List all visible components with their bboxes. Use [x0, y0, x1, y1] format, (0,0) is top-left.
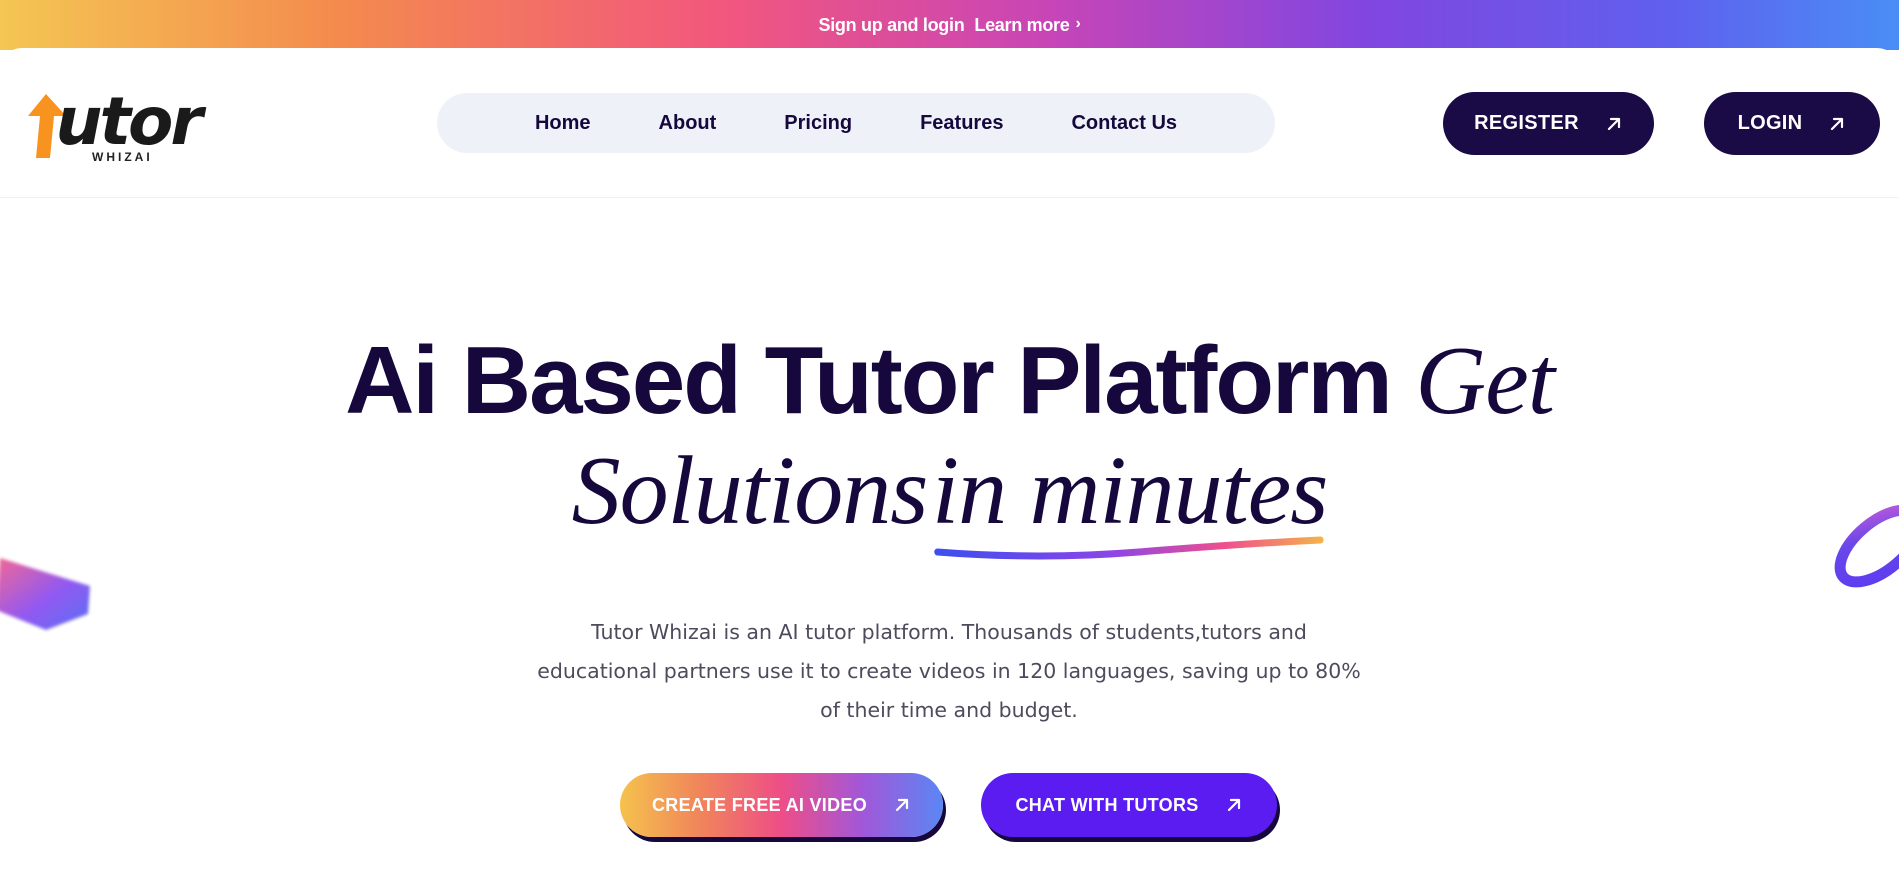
- register-button[interactable]: REGISTER: [1443, 92, 1654, 155]
- site-header: Tutor WHIZAI Home About Pricing Features…: [0, 48, 1899, 198]
- learn-more-link[interactable]: Learn more ›: [974, 15, 1080, 36]
- nav-item-features[interactable]: Features: [920, 112, 1003, 135]
- hero-title-line2: Solutions in minutes: [572, 436, 1328, 574]
- learn-more-label: Learn more: [974, 14, 1070, 35]
- hero-title-get: Get: [1415, 327, 1554, 435]
- arrow-up-right-icon: [895, 798, 909, 812]
- nav-item-pricing[interactable]: Pricing: [784, 112, 852, 135]
- login-button-label: LOGIN: [1737, 112, 1803, 134]
- nav-item-contact-us[interactable]: Contact Us: [1071, 112, 1177, 135]
- arrow-up-right-icon: [1607, 117, 1620, 130]
- hero-title-in-minutes: in minutes: [931, 437, 1329, 545]
- create-video-button-label: CREATE FREE AI VIDEO: [651, 794, 868, 815]
- chevron-right-icon: ›: [1075, 15, 1081, 32]
- hero-title-main: Ai Based Tutor Platform: [345, 327, 1393, 434]
- banner-signup-text[interactable]: Sign up and login: [819, 15, 965, 36]
- hero-title: Ai Based Tutor Platform Get Solutions in…: [0, 326, 1899, 574]
- top-banner: Sign up and login Learn more ›: [0, 0, 1899, 50]
- hero-title-highlight: in minutes: [932, 436, 1328, 574]
- create-free-ai-video-button[interactable]: CREATE FREE AI VIDEO: [620, 773, 943, 837]
- hero-description: Tutor Whizai is an AI tutor platform. Th…: [537, 619, 1361, 722]
- chat-button-label: CHAT WITH TUTORS: [1015, 794, 1199, 815]
- register-button-label: REGISTER: [1474, 112, 1579, 134]
- logo-subtitle: WHIZAI: [92, 150, 153, 164]
- nav-item-about[interactable]: About: [659, 112, 717, 135]
- logo[interactable]: Tutor WHIZAI: [22, 82, 222, 164]
- hero-title-line1: Ai Based Tutor Platform Get: [0, 326, 1899, 436]
- main-nav: Home About Pricing Features Contact Us: [437, 93, 1275, 153]
- chat-with-tutors-button[interactable]: CHAT WITH TUTORS: [981, 773, 1277, 837]
- nav-item-home[interactable]: Home: [535, 112, 591, 135]
- logo-word-rest: utor: [55, 83, 203, 160]
- login-button[interactable]: LOGIN: [1704, 92, 1880, 155]
- arrow-up-right-icon: [1227, 798, 1240, 812]
- arrow-up-right-icon: [1831, 117, 1844, 130]
- hero-title-solutions: Solutions: [571, 437, 929, 545]
